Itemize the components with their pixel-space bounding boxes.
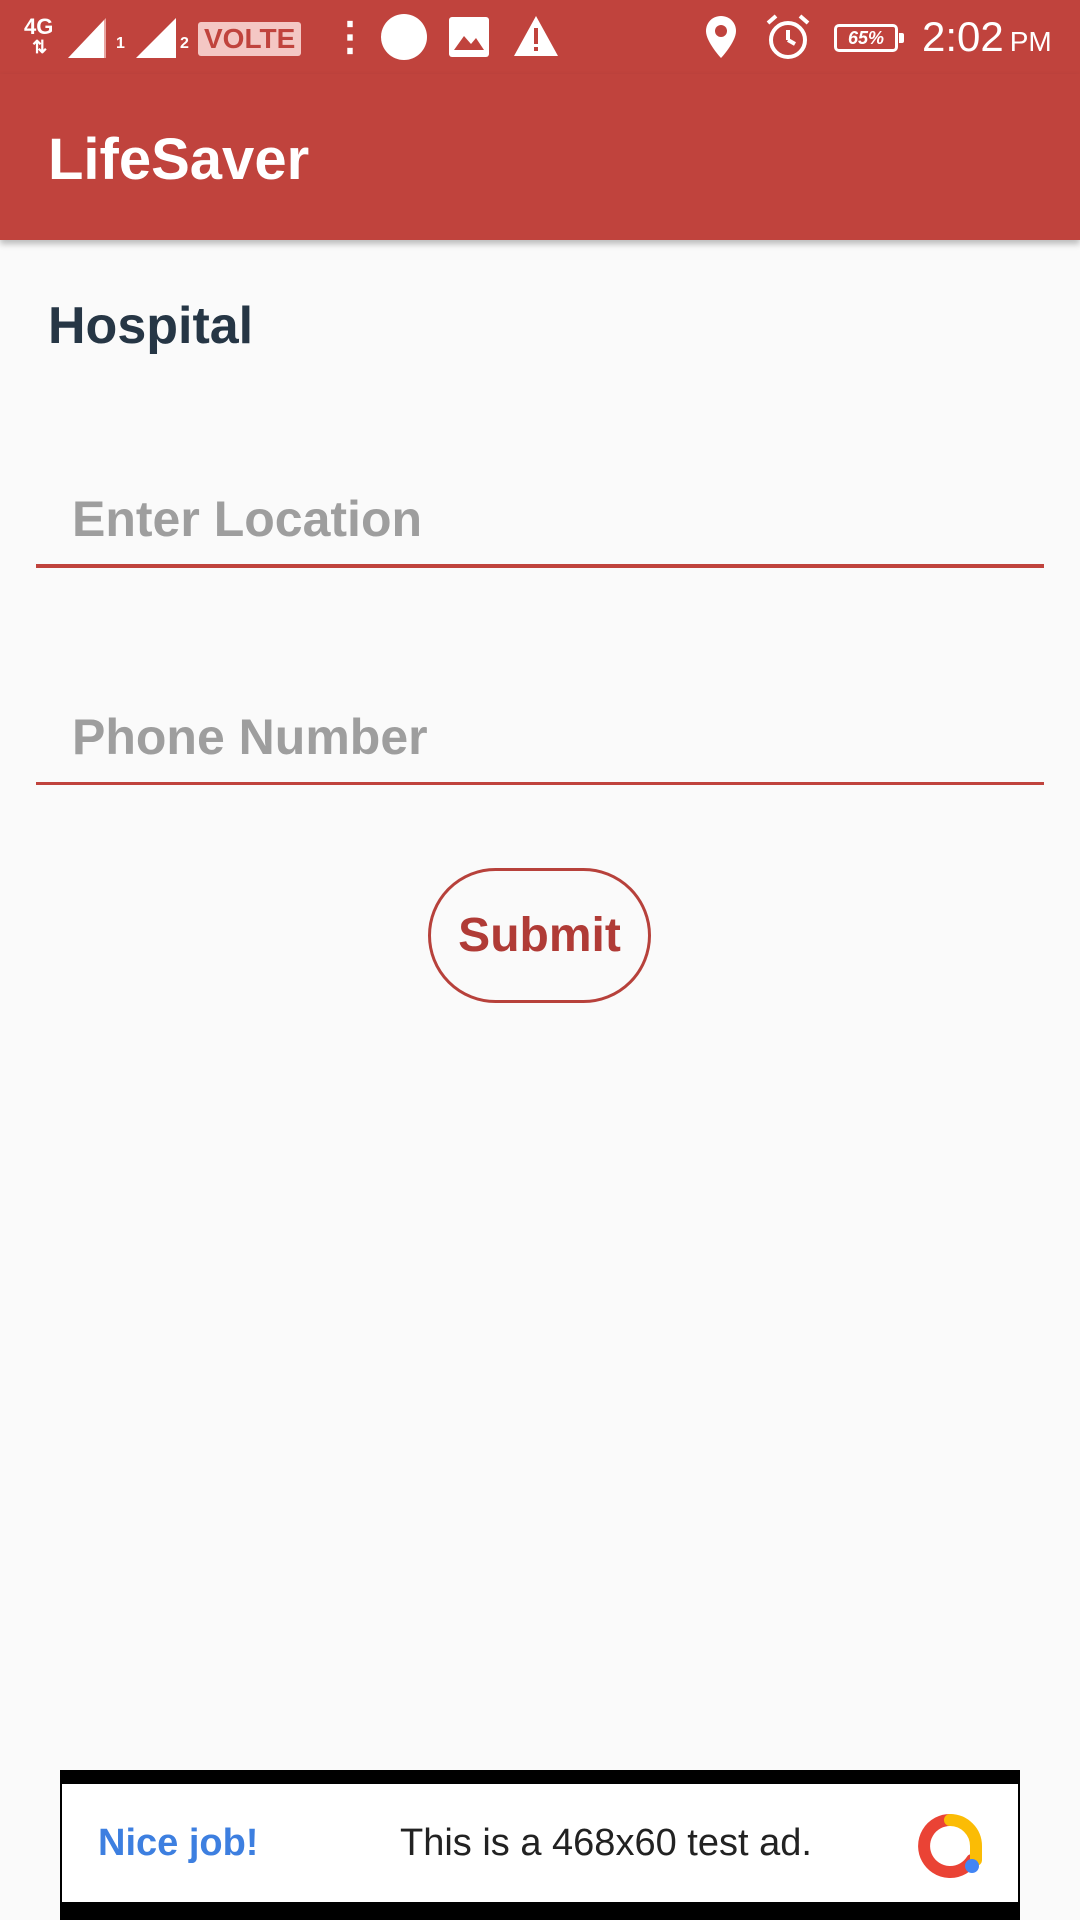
section-heading: Hospital [48, 297, 254, 355]
ad-headline[interactable]: Nice job! [98, 1822, 258, 1865]
app-bar: LifeSaver [0, 74, 1080, 240]
phone-field[interactable] [36, 692, 1044, 785]
warning-icon [514, 16, 558, 56]
phone-input[interactable] [36, 692, 1044, 782]
volte-badge: VOLTE [198, 22, 302, 56]
signal-icon [136, 18, 176, 58]
clock-ampm: PM [1009, 26, 1052, 57]
network-type-indicator: 4G ⇅ [24, 0, 53, 74]
clock: 2:02 PM [922, 0, 1052, 74]
network-type-label: 4G [24, 14, 54, 39]
phone-underline [36, 782, 1044, 785]
ad-banner[interactable]: Nice job! This is a 468x60 test ad. [60, 1770, 1020, 1920]
submit-button[interactable]: Submit [428, 868, 651, 1003]
clock-time: 2:02 [922, 13, 1004, 60]
ad-content[interactable]: Nice job! This is a 468x60 test ad. [62, 1784, 1018, 1902]
battery-level: 65% [847, 27, 885, 48]
app-title: LifeSaver [48, 127, 310, 192]
image-icon [449, 17, 489, 57]
location-field[interactable] [36, 474, 1044, 568]
location-input[interactable] [36, 474, 1044, 564]
battery-icon: 65% [834, 24, 904, 52]
sim2-label: 2 [180, 35, 189, 52]
data-arrows-icon: ⇅ [32, 37, 47, 57]
location-pin-icon [706, 16, 736, 58]
sim1-label: 1 [116, 35, 125, 52]
location-underline [36, 564, 1044, 568]
circle-icon [381, 14, 427, 60]
more-notifications-icon: ⋮ [330, 15, 370, 59]
ad-text: This is a 468x60 test ad. [400, 1822, 812, 1864]
google-ads-logo-icon [918, 1814, 982, 1878]
alarm-icon [766, 14, 810, 59]
status-bar: 4G ⇅ 1 2 VOLTE ⋮ 65% 2:02 PM [0, 0, 1080, 74]
